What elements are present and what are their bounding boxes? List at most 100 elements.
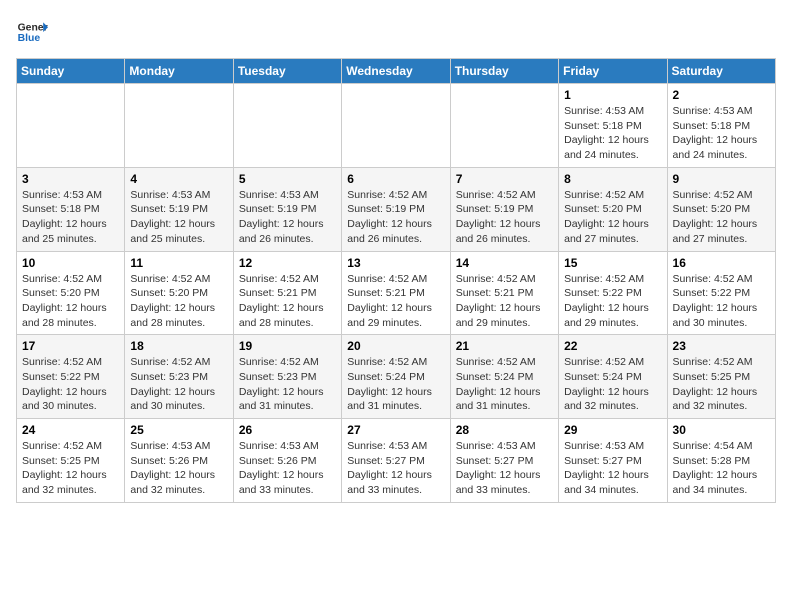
day-info: Sunrise: 4:52 AM Sunset: 5:20 PM Dayligh… <box>22 272 119 331</box>
day-number: 14 <box>456 256 553 270</box>
day-info: Sunrise: 4:52 AM Sunset: 5:21 PM Dayligh… <box>347 272 444 331</box>
calendar-cell: 9 Sunrise: 4:52 AM Sunset: 5:20 PM Daylig… <box>667 167 775 251</box>
day-number: 3 <box>22 172 119 186</box>
day-number: 26 <box>239 423 336 437</box>
logo: General Blue <box>16 16 48 48</box>
day-number: 10 <box>22 256 119 270</box>
calendar-cell: 10 Sunrise: 4:52 AM Sunset: 5:20 PM Dayli… <box>17 251 125 335</box>
day-number: 22 <box>564 339 661 353</box>
day-number: 4 <box>130 172 227 186</box>
calendar-cell: 29 Sunrise: 4:53 AM Sunset: 5:27 PM Dayli… <box>559 419 667 503</box>
day-number: 5 <box>239 172 336 186</box>
weekday-header-sunday: Sunday <box>17 59 125 84</box>
calendar-cell: 14 Sunrise: 4:52 AM Sunset: 5:21 PM Dayli… <box>450 251 558 335</box>
day-info: Sunrise: 4:52 AM Sunset: 5:22 PM Dayligh… <box>564 272 661 331</box>
day-info: Sunrise: 4:52 AM Sunset: 5:19 PM Dayligh… <box>347 188 444 247</box>
day-number: 15 <box>564 256 661 270</box>
day-number: 9 <box>673 172 770 186</box>
day-info: Sunrise: 4:52 AM Sunset: 5:24 PM Dayligh… <box>347 355 444 414</box>
calendar-cell: 2 Sunrise: 4:53 AM Sunset: 5:18 PM Daylig… <box>667 84 775 168</box>
calendar-cell: 13Sunrise: 4:52 AM Sunset: 5:21 PM Dayli… <box>342 251 450 335</box>
calendar-cell: 16 Sunrise: 4:52 AM Sunset: 5:22 PM Dayli… <box>667 251 775 335</box>
day-number: 18 <box>130 339 227 353</box>
day-info: Sunrise: 4:53 AM Sunset: 5:18 PM Dayligh… <box>22 188 119 247</box>
calendar-cell: 12 Sunrise: 4:52 AM Sunset: 5:21 PM Dayli… <box>233 251 341 335</box>
day-info: Sunrise: 4:53 AM Sunset: 5:19 PM Dayligh… <box>239 188 336 247</box>
calendar-cell <box>342 84 450 168</box>
day-info: Sunrise: 4:52 AM Sunset: 5:20 PM Dayligh… <box>673 188 770 247</box>
calendar-cell: 18Sunrise: 4:52 AM Sunset: 5:23 PM Dayli… <box>125 335 233 419</box>
week-row-4: 17 Sunrise: 4:52 AM Sunset: 5:22 PM Dayli… <box>17 335 776 419</box>
day-info: Sunrise: 4:53 AM Sunset: 5:18 PM Dayligh… <box>673 104 770 163</box>
weekday-header-row: SundayMondayTuesdayWednesdayThursdayFrid… <box>17 59 776 84</box>
calendar-cell: 3 Sunrise: 4:53 AM Sunset: 5:18 PM Daylig… <box>17 167 125 251</box>
day-info: Sunrise: 4:52 AM Sunset: 5:20 PM Dayligh… <box>130 272 227 331</box>
day-number: 16 <box>673 256 770 270</box>
weekday-header-friday: Friday <box>559 59 667 84</box>
calendar-cell: 22 Sunrise: 4:52 AM Sunset: 5:24 PM Dayli… <box>559 335 667 419</box>
day-info: Sunrise: 4:53 AM Sunset: 5:26 PM Dayligh… <box>130 439 227 498</box>
day-info: Sunrise: 4:53 AM Sunset: 5:27 PM Dayligh… <box>456 439 553 498</box>
week-row-5: 24Sunrise: 4:52 AM Sunset: 5:25 PM Dayli… <box>17 419 776 503</box>
day-info: Sunrise: 4:53 AM Sunset: 5:27 PM Dayligh… <box>347 439 444 498</box>
day-number: 28 <box>456 423 553 437</box>
calendar-cell: 25Sunrise: 4:53 AM Sunset: 5:26 PM Dayli… <box>125 419 233 503</box>
weekday-header-thursday: Thursday <box>450 59 558 84</box>
day-number: 11 <box>130 256 227 270</box>
calendar-cell: 30 Sunrise: 4:54 AM Sunset: 5:28 PM Dayli… <box>667 419 775 503</box>
day-number: 1 <box>564 88 661 102</box>
day-info: Sunrise: 4:52 AM Sunset: 5:22 PM Dayligh… <box>22 355 119 414</box>
day-number: 21 <box>456 339 553 353</box>
calendar-cell <box>17 84 125 168</box>
day-info: Sunrise: 4:54 AM Sunset: 5:28 PM Dayligh… <box>673 439 770 498</box>
day-info: Sunrise: 4:52 AM Sunset: 5:25 PM Dayligh… <box>673 355 770 414</box>
calendar-cell: 19Sunrise: 4:52 AM Sunset: 5:23 PM Dayli… <box>233 335 341 419</box>
day-info: Sunrise: 4:52 AM Sunset: 5:21 PM Dayligh… <box>239 272 336 331</box>
header: General Blue <box>16 16 776 48</box>
week-row-3: 10 Sunrise: 4:52 AM Sunset: 5:20 PM Dayli… <box>17 251 776 335</box>
day-number: 19 <box>239 339 336 353</box>
weekday-header-saturday: Saturday <box>667 59 775 84</box>
calendar-cell: 6 Sunrise: 4:52 AM Sunset: 5:19 PM Daylig… <box>342 167 450 251</box>
day-number: 2 <box>673 88 770 102</box>
calendar-cell: 17 Sunrise: 4:52 AM Sunset: 5:22 PM Dayli… <box>17 335 125 419</box>
week-row-1: 1 Sunrise: 4:53 AM Sunset: 5:18 PM Daylig… <box>17 84 776 168</box>
calendar-cell: 20 Sunrise: 4:52 AM Sunset: 5:24 PM Dayli… <box>342 335 450 419</box>
day-number: 30 <box>673 423 770 437</box>
day-number: 12 <box>239 256 336 270</box>
calendar-cell: 7Sunrise: 4:52 AM Sunset: 5:19 PM Daylig… <box>450 167 558 251</box>
weekday-header-monday: Monday <box>125 59 233 84</box>
day-info: Sunrise: 4:53 AM Sunset: 5:27 PM Dayligh… <box>564 439 661 498</box>
day-number: 8 <box>564 172 661 186</box>
calendar-cell: 15 Sunrise: 4:52 AM Sunset: 5:22 PM Dayli… <box>559 251 667 335</box>
day-number: 29 <box>564 423 661 437</box>
calendar-cell <box>450 84 558 168</box>
calendar-cell: 26 Sunrise: 4:53 AM Sunset: 5:26 PM Dayli… <box>233 419 341 503</box>
calendar-cell: 5 Sunrise: 4:53 AM Sunset: 5:19 PM Daylig… <box>233 167 341 251</box>
calendar-cell <box>233 84 341 168</box>
day-info: Sunrise: 4:52 AM Sunset: 5:19 PM Dayligh… <box>456 188 553 247</box>
day-number: 6 <box>347 172 444 186</box>
day-info: Sunrise: 4:52 AM Sunset: 5:21 PM Dayligh… <box>456 272 553 331</box>
calendar-cell: 11 Sunrise: 4:52 AM Sunset: 5:20 PM Dayli… <box>125 251 233 335</box>
logo-icon: General Blue <box>16 16 48 48</box>
day-info: Sunrise: 4:53 AM Sunset: 5:26 PM Dayligh… <box>239 439 336 498</box>
calendar-cell: 23Sunrise: 4:52 AM Sunset: 5:25 PM Dayli… <box>667 335 775 419</box>
calendar-cell: 8 Sunrise: 4:52 AM Sunset: 5:20 PM Daylig… <box>559 167 667 251</box>
day-info: Sunrise: 4:53 AM Sunset: 5:18 PM Dayligh… <box>564 104 661 163</box>
day-info: Sunrise: 4:52 AM Sunset: 5:22 PM Dayligh… <box>673 272 770 331</box>
day-info: Sunrise: 4:52 AM Sunset: 5:24 PM Dayligh… <box>564 355 661 414</box>
svg-text:Blue: Blue <box>18 33 41 44</box>
day-number: 27 <box>347 423 444 437</box>
week-row-2: 3 Sunrise: 4:53 AM Sunset: 5:18 PM Daylig… <box>17 167 776 251</box>
calendar-cell: 24Sunrise: 4:52 AM Sunset: 5:25 PM Dayli… <box>17 419 125 503</box>
calendar: SundayMondayTuesdayWednesdayThursdayFrid… <box>16 58 776 503</box>
day-info: Sunrise: 4:52 AM Sunset: 5:24 PM Dayligh… <box>456 355 553 414</box>
weekday-header-tuesday: Tuesday <box>233 59 341 84</box>
day-info: Sunrise: 4:52 AM Sunset: 5:20 PM Dayligh… <box>564 188 661 247</box>
day-info: Sunrise: 4:53 AM Sunset: 5:19 PM Dayligh… <box>130 188 227 247</box>
day-number: 20 <box>347 339 444 353</box>
day-info: Sunrise: 4:52 AM Sunset: 5:25 PM Dayligh… <box>22 439 119 498</box>
day-number: 17 <box>22 339 119 353</box>
calendar-cell: 21 Sunrise: 4:52 AM Sunset: 5:24 PM Dayli… <box>450 335 558 419</box>
